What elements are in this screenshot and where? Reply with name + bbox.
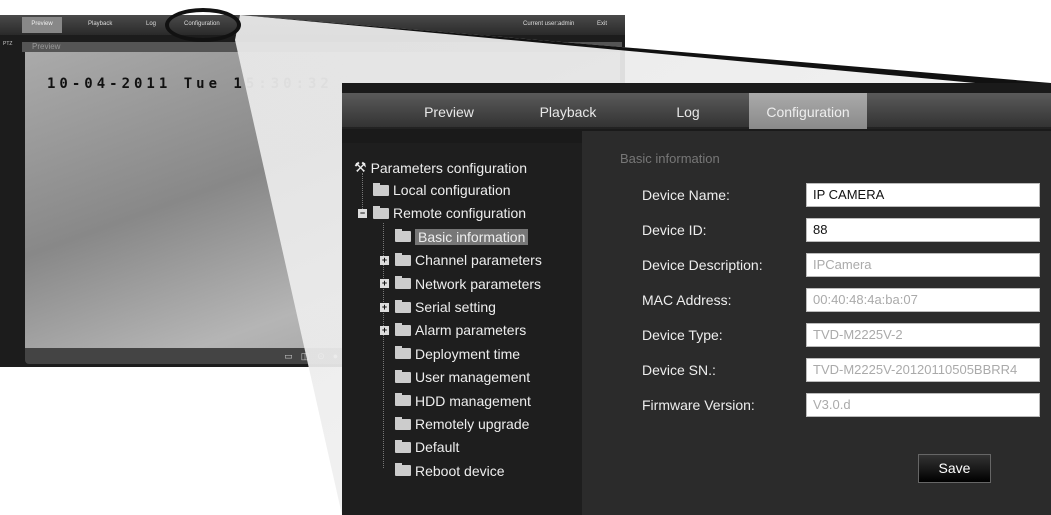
tree-item[interactable]: + Channel parameters (380, 252, 542, 268)
basic-info-panel: Basic information Save Device Name: IP CA… (582, 131, 1051, 515)
folder-icon (395, 439, 411, 453)
tree-item[interactable]: −Default (380, 439, 459, 455)
highlight-circle (165, 8, 241, 42)
expand-icon[interactable]: + (380, 255, 389, 265)
tree-item-label: Reboot device (415, 462, 505, 479)
tree-item[interactable]: −Deployment time (380, 346, 520, 362)
tree-item-label: Channel parameters (415, 252, 542, 269)
field-label: Device ID: (642, 222, 707, 238)
configuration-window: Preview Playback Log Configuration ⚒ Par… (342, 83, 1051, 515)
tree-root[interactable]: ⚒ Parameters configuration (354, 159, 527, 176)
field-input[interactable]: V3.0.d (806, 393, 1040, 417)
tree-item-label: Network parameters (415, 275, 542, 292)
tab-log[interactable]: Log (628, 93, 748, 129)
folder-icon (395, 229, 411, 243)
tree-item[interactable]: −Reboot device (380, 463, 505, 479)
tree-item-label: Basic information (415, 228, 529, 245)
tree-item-label: Deployment time (415, 345, 521, 362)
field-label: Device Description: (642, 257, 763, 273)
config-tree: ⚒ Parameters configuration −Local config… (342, 143, 582, 515)
folder-icon (395, 393, 411, 407)
tree-item[interactable]: + Alarm parameters (380, 322, 526, 338)
folder-icon (395, 369, 411, 383)
folder-icon (395, 299, 411, 313)
field-input[interactable]: TVD-M2225V-20120110505BBRR4 (806, 358, 1040, 382)
collapse-icon[interactable]: − (358, 208, 367, 218)
tree-item[interactable]: − Remote configuration (358, 205, 526, 221)
field-input[interactable]: 88 (806, 218, 1040, 242)
field-label: Device SN.: (642, 362, 716, 378)
field-label: Firmware Version: (642, 397, 755, 413)
folder-icon (395, 252, 411, 266)
tree-item[interactable]: −Local configuration (358, 182, 511, 198)
tree-item-label: Alarm parameters (415, 322, 527, 339)
folder-icon (395, 346, 411, 360)
tree-item-label: Remote configuration (393, 205, 527, 222)
expand-icon[interactable]: + (380, 302, 389, 312)
field-input[interactable]: 00:40:48:4a:ba:07 (806, 288, 1040, 312)
field-label: Device Type: (642, 327, 723, 343)
tree-item-label: HDD management (415, 392, 531, 409)
folder-icon (395, 416, 411, 430)
expand-icon[interactable]: + (380, 325, 389, 335)
wrench-icon: ⚒ (354, 159, 367, 175)
field-input[interactable]: TVD-M2225V-2 (806, 323, 1040, 347)
tree-item[interactable]: −Remotely upgrade (380, 416, 529, 432)
folder-icon (395, 463, 411, 477)
tree-item[interactable]: + Network parameters (380, 276, 541, 292)
folder-icon (373, 182, 389, 196)
field-label: Device Name: (642, 187, 730, 203)
tree-item-label: Remotely upgrade (415, 416, 530, 432)
section-title: Basic information (620, 151, 720, 166)
field-input[interactable]: IP CAMERA (806, 183, 1040, 207)
tab-playback[interactable]: Playback (508, 93, 628, 129)
tab-bar: Preview Playback Log Configuration (342, 93, 1051, 129)
tree-item[interactable]: + Serial setting (380, 299, 496, 315)
folder-icon (373, 205, 389, 219)
tree-item[interactable]: −User management (380, 369, 530, 385)
tree-item[interactable]: −HDD management (380, 393, 531, 409)
expand-icon[interactable]: + (380, 279, 389, 289)
folder-icon (395, 276, 411, 290)
tab-configuration[interactable]: Configuration (749, 93, 867, 129)
tree-item-label: Local configuration (393, 182, 511, 198)
field-input[interactable]: IPCamera (806, 253, 1040, 277)
tree-item-label: User management (415, 369, 531, 386)
tab-preview[interactable]: Preview (389, 93, 509, 129)
tree-item-label: Default (415, 439, 460, 456)
field-label: MAC Address: (642, 292, 732, 308)
tree-item-label: Serial setting (415, 299, 496, 315)
folder-icon (395, 322, 411, 336)
tree-item[interactable]: −Basic information (380, 228, 529, 245)
save-button[interactable]: Save (918, 454, 991, 483)
